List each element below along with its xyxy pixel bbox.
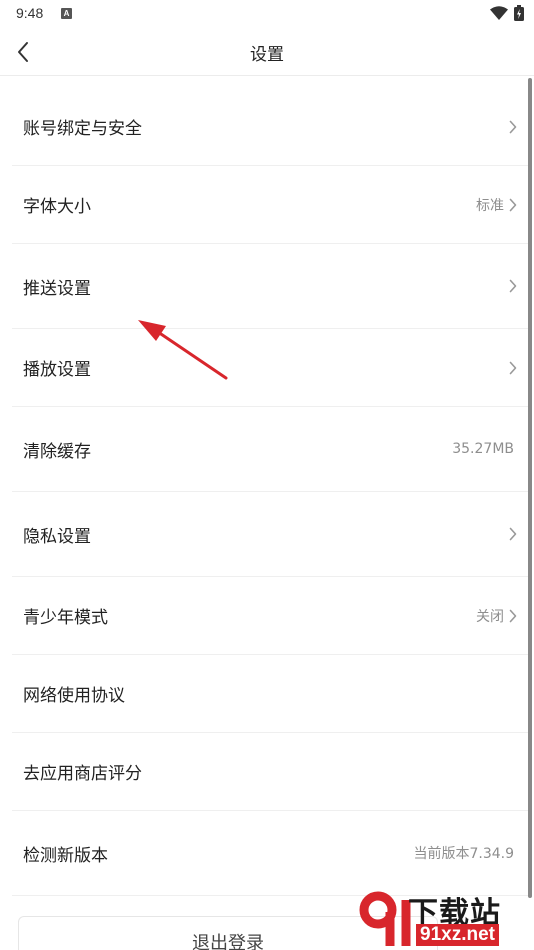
settings-item[interactable]: 播放设置 <box>12 329 528 407</box>
chevron-right-icon <box>508 609 518 623</box>
settings-item[interactable]: 字体大小 标准 <box>12 166 528 244</box>
chevron-right-icon <box>508 527 518 541</box>
settings-item-value: 关闭 <box>476 608 504 625</box>
settings-item[interactable]: 检测新版本 当前版本7.34.9 <box>12 811 528 896</box>
settings-item[interactable]: 清除缓存 35.27MB <box>12 407 528 492</box>
settings-item-label: 清除缓存 <box>23 441 91 462</box>
chevron-right-icon <box>508 120 518 134</box>
app-header: 设置 <box>0 28 534 76</box>
settings-item[interactable]: 去应用商店评分 <box>12 733 528 811</box>
settings-item-value: 当前版本7.34.9 <box>413 846 514 862</box>
settings-item[interactable]: 青少年模式 关闭 <box>12 577 528 655</box>
status-icons <box>490 5 524 21</box>
logout-label: 退出登录 <box>192 933 264 950</box>
settings-item[interactable]: 推送设置 <box>12 244 528 329</box>
settings-item[interactable]: 账号绑定与安全 <box>12 88 528 166</box>
chevron-right-icon <box>508 361 518 375</box>
settings-item-label: 去应用商店评分 <box>23 764 142 784</box>
page-title: 设置 <box>250 45 284 65</box>
settings-list: 账号绑定与安全 字体大小 标准推送设置播放设置清除缓存 35.27MB 隐私设置青少年模… <box>12 88 528 896</box>
watermark-logo: 下载站 91xz.net <box>359 888 534 950</box>
scrollbar[interactable] <box>528 78 532 898</box>
notification-icon: A <box>61 8 72 19</box>
status-time: 9:48 <box>16 5 44 21</box>
settings-item-label: 网络使用协议 <box>23 686 125 706</box>
settings-item-label: 隐私设置 <box>23 526 91 547</box>
chevron-right-icon <box>508 198 518 212</box>
settings-item-label: 青少年模式 <box>23 608 108 628</box>
battery-icon <box>514 5 524 21</box>
watermark-url: 91xz.net <box>416 924 499 946</box>
settings-item-label: 检测新版本 <box>23 845 108 866</box>
settings-item-label: 字体大小 <box>23 197 91 217</box>
settings-item-label: 推送设置 <box>23 278 91 299</box>
settings-item-label: 播放设置 <box>23 360 91 380</box>
settings-item-value: 标准 <box>476 197 504 214</box>
settings-item-value: 35.27MB <box>452 441 514 457</box>
settings-item[interactable]: 网络使用协议 <box>12 655 528 733</box>
settings-item[interactable]: 隐私设置 <box>12 492 528 577</box>
settings-item-label: 账号绑定与安全 <box>23 119 142 139</box>
chevron-right-icon <box>508 279 518 293</box>
wifi-icon <box>490 6 508 20</box>
status-bar: 9:48 A <box>0 0 534 28</box>
